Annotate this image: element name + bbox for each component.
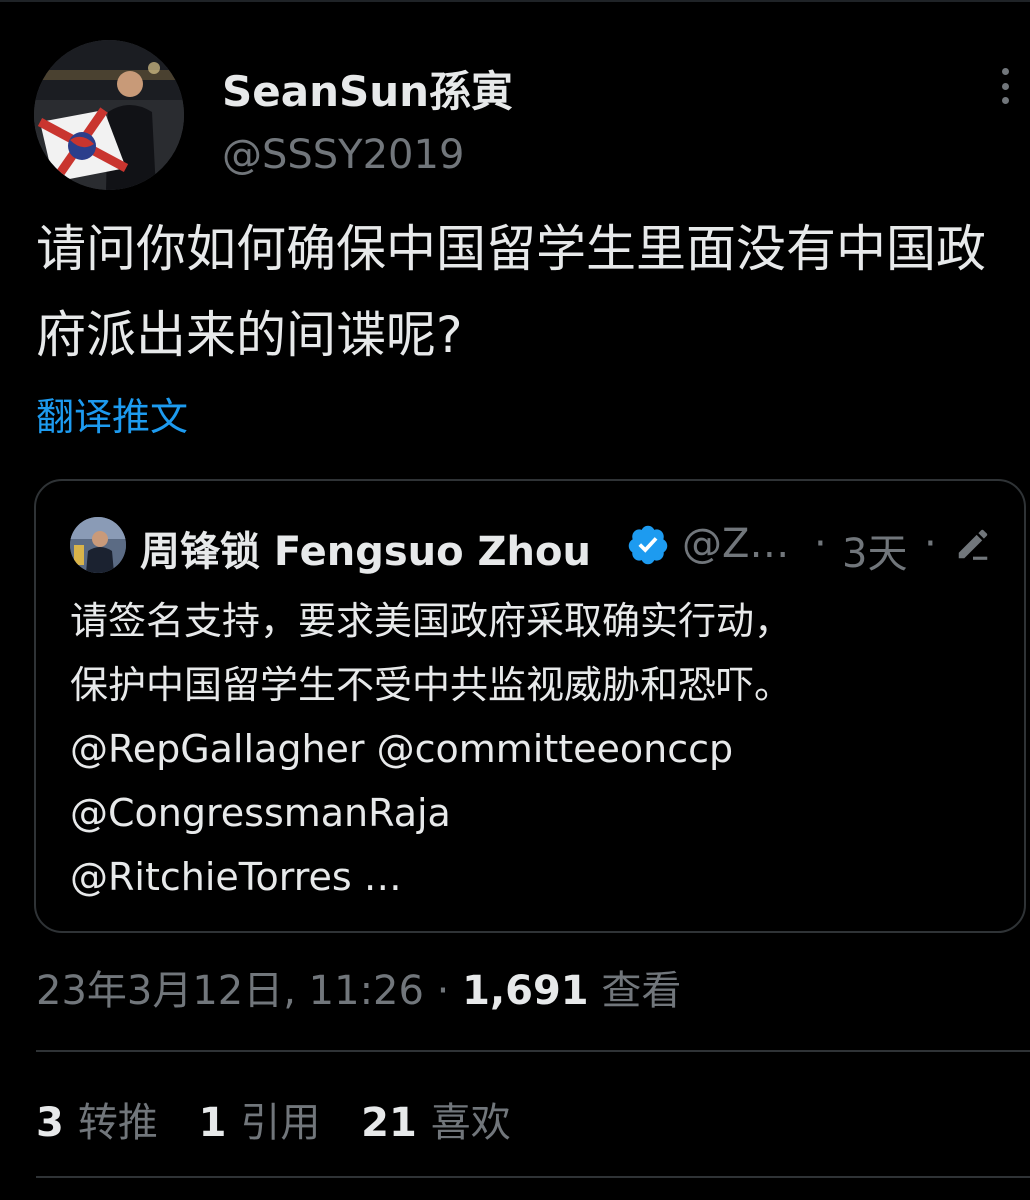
retweets-label: 转推 [77,1100,158,1146]
quoted-tweet-text: 请签名支持，要求美国政府采取确实行动， 保护中国留学生不受中共监视威胁和恐吓。 … [70,589,1010,909]
likes-count: 21 [361,1100,417,1146]
separator-dot: · [436,968,450,1014]
engagement-stats: 3 转推 1 引用 21 喜欢 [36,1090,539,1148]
quoted-author-handle[interactable]: @Z… [682,521,789,567]
divider [36,1176,1030,1178]
quotes-label: 引用 [240,1100,321,1146]
divider [36,1050,1030,1052]
top-border [0,0,1030,2]
tweet-meta: 23年3月12日, 11:26 · 1,691 查看 [36,958,681,1016]
quoted-tweet-time[interactable]: 3天 [842,521,907,579]
more-options-icon[interactable] [988,64,1022,108]
likes-stat[interactable]: 21 喜欢 [361,1090,511,1148]
quoted-text-line: 请签名支持，要求美国政府采取确实行动， [70,599,793,643]
views-label: 查看 [601,968,682,1014]
quotes-stat[interactable]: 1 引用 [199,1090,321,1148]
likes-label: 喜欢 [430,1100,511,1146]
author-avatar[interactable] [34,40,184,190]
quoted-text-line: 保护中国留学生不受中共监视威胁和恐吓。 [70,663,793,707]
edit-pencil-icon [958,529,988,560]
retweets-stat[interactable]: 3 转推 [36,1090,158,1148]
separator-dot: · [814,521,827,567]
quoted-tweet-card[interactable]: 周锋锁 Fengsuo Zhou @Z… · 3天 · 请签名支持，要求美国政府… [34,479,1026,933]
quoted-mentions-line[interactable]: @CongressmanRaja [70,781,1010,845]
author-handle[interactable]: @SSSY2019 [222,132,464,178]
tweet-text: 请问你如何确保中国留学生里面没有中国政府派出来的间谍呢? [36,220,986,364]
quoted-mentions-line[interactable]: @RepGallagher @committeeonccp [70,717,1010,781]
quoted-mentions-line[interactable]: @RitchieTorres … [70,845,1010,909]
views-count: 1,691 [462,968,589,1014]
translate-tweet-link[interactable]: 翻译推文 [36,386,188,441]
quoted-author-avatar[interactable] [70,517,126,573]
author-display-name[interactable]: SeanSun孫寅 [222,58,513,119]
tweet-timestamp[interactable]: 23年3月12日, 11:26 [36,968,424,1014]
quoted-author-name[interactable]: 周锋锁 Fengsuo Zhou [140,519,591,577]
verified-badge-icon [628,525,668,565]
separator-dot: · [924,521,937,567]
quotes-count: 1 [198,1100,227,1146]
retweets-count: 3 [36,1100,64,1146]
